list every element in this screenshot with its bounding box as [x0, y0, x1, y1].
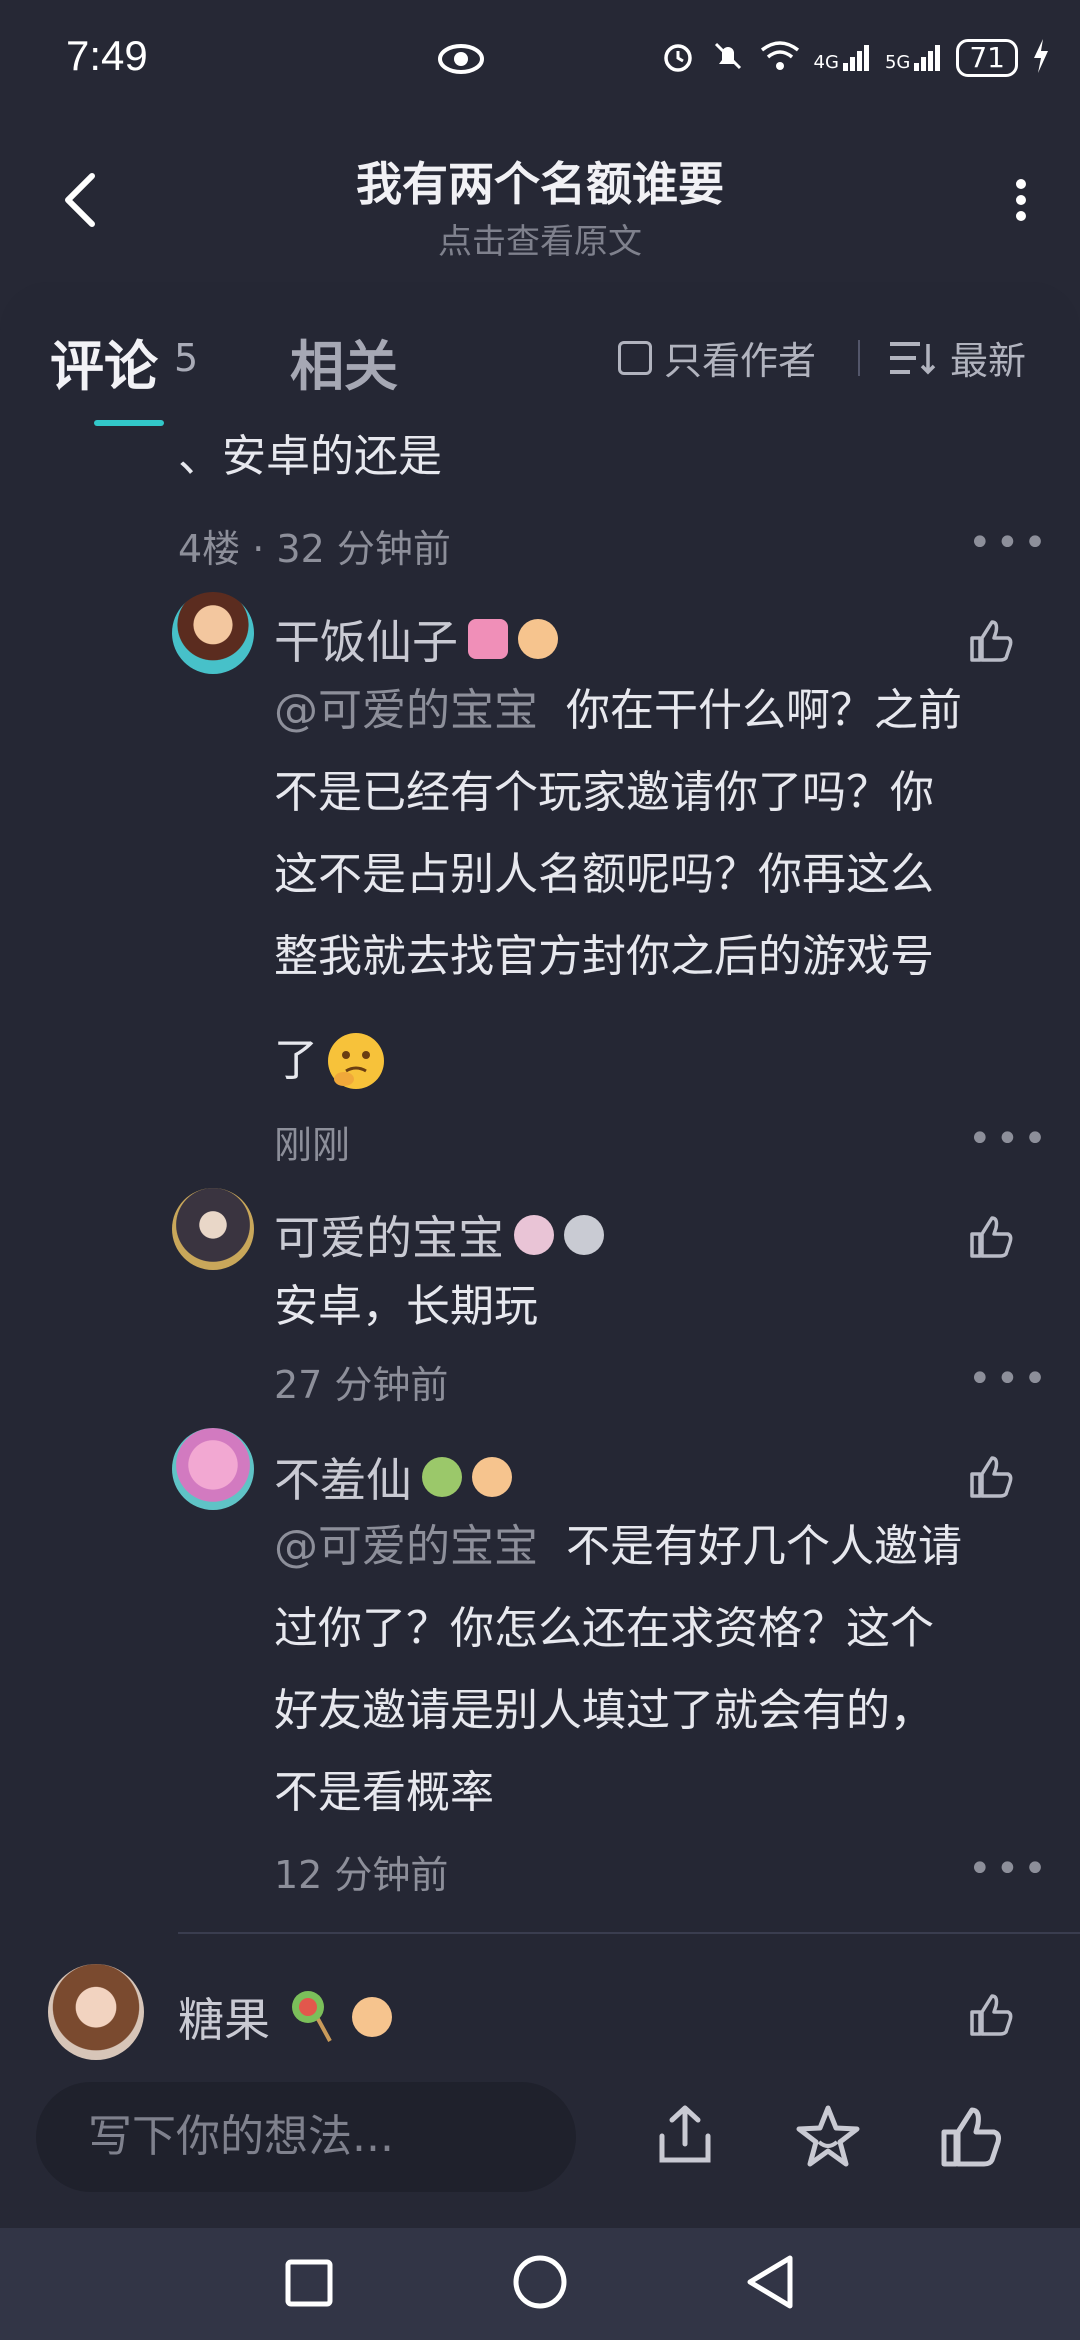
reply-text-line: 过你了？你怎么还在求资格？这个	[274, 1603, 934, 1654]
reply-text-line: 不是看概率	[274, 1767, 494, 1818]
character-badge-icon	[514, 1215, 554, 1255]
avatar[interactable]	[172, 1188, 254, 1270]
title-badge-icon	[352, 1997, 392, 2037]
reply-text-line: 好友邀请是别人填过了就会有的，	[274, 1685, 934, 1736]
comment-meta: 4楼 · 32 分钟前	[178, 527, 451, 571]
title-badge-icon	[472, 1457, 512, 1497]
page-title: 我有两个名额谁要	[356, 157, 724, 211]
comment-more-button[interactable]: •••	[968, 520, 1051, 566]
avatar[interactable]	[48, 1964, 144, 2060]
network-5g-label: 5G	[884, 52, 911, 73]
reply-text-line: 了	[274, 1035, 318, 1086]
mention-link[interactable]: @可爱的宝宝	[274, 685, 538, 736]
reply-author[interactable]: 干饭仙子	[274, 606, 458, 672]
like-post-button[interactable]	[936, 2102, 1006, 2172]
star-icon	[796, 2105, 860, 2167]
wifi-icon	[760, 40, 800, 76]
reply-author[interactable]: 可爱的宝宝	[274, 1202, 504, 1268]
active-tab-indicator	[94, 420, 164, 426]
square-icon	[285, 2259, 333, 2307]
status-bar: 7:49 4G 5G 71	[0, 0, 1080, 120]
nav-back-button[interactable]	[744, 2254, 796, 2314]
charging-icon	[1032, 39, 1050, 77]
eye-icon	[438, 44, 484, 78]
level-badge-icon	[468, 619, 508, 659]
thumbs-up-icon	[970, 1456, 1013, 1498]
sort-icon	[890, 341, 936, 374]
like-button[interactable]	[966, 1990, 1016, 2040]
reply-body: @可爱的宝宝 你在干什么啊？之前 不是已经有个玩家邀请你了吗？你 这不是占别人名…	[274, 670, 1044, 1102]
reply-text-line: 整我就去找官方封你之后的游戏号	[274, 931, 934, 982]
avatar[interactable]	[172, 592, 254, 674]
comment-divider	[178, 1932, 1080, 1934]
tab-related[interactable]: 相关	[290, 322, 398, 401]
reply-more-button[interactable]: •••	[968, 1116, 1051, 1162]
share-icon	[659, 2105, 711, 2163]
battery-indicator: 71	[956, 39, 1018, 77]
home-button[interactable]	[512, 2254, 568, 2314]
recents-button[interactable]	[284, 2258, 334, 2312]
more-options-button[interactable]	[1014, 178, 1028, 226]
reply-text-line: 这不是占别人名额呢吗？你再这么	[274, 849, 934, 900]
network-4g-label: 4G	[813, 52, 839, 73]
comment-input[interactable]: 写下你的想法...	[36, 2082, 576, 2192]
thinking-emoji-icon	[328, 1033, 384, 1089]
sort-button[interactable]: 最新	[890, 330, 1026, 385]
signal-4g-icon: 4G	[814, 43, 871, 73]
thumbs-up-icon	[970, 1216, 1013, 1258]
more-vertical-icon	[1016, 179, 1026, 221]
like-button[interactable]	[966, 1452, 1016, 1502]
reply-body: 安卓，长期玩	[274, 1281, 538, 1332]
reply-time: 12 分钟前	[274, 1853, 449, 1897]
mute-bell-icon	[710, 38, 746, 78]
favorite-button[interactable]	[793, 2102, 863, 2172]
reply-header: 不羞仙	[274, 1444, 512, 1510]
thumbs-up-icon	[941, 2107, 1001, 2167]
alarm-icon	[660, 38, 696, 78]
like-button[interactable]	[966, 1212, 1016, 1262]
comment-text-tail: 、安卓的还是	[178, 431, 442, 482]
reply-text: 不是有好几个人邀请	[565, 1521, 962, 1572]
mention-link[interactable]: @可爱的宝宝	[274, 1521, 538, 1572]
comment-author[interactable]: 糖果	[178, 1984, 270, 2050]
reply-more-button[interactable]: •••	[968, 1846, 1051, 1892]
signal-5g-icon: 5G	[885, 43, 942, 73]
reply-body: @可爱的宝宝 不是有好几个人邀请 过你了？你怎么还在求资格？这个 好友邀请是别人…	[274, 1506, 1064, 1834]
comment-header: 糖果	[178, 1984, 392, 2050]
reply-author[interactable]: 不羞仙	[274, 1444, 412, 1510]
view-original-link[interactable]: 点击查看原文	[0, 214, 1080, 263]
sort-label: 最新	[950, 339, 1027, 383]
reply-time: 27 分钟前	[274, 1363, 449, 1407]
author-only-toggle[interactable]: 只看作者	[618, 330, 816, 385]
share-button[interactable]	[650, 2102, 720, 2172]
tab-divider	[858, 340, 860, 376]
lollipop-icon	[288, 1987, 334, 2047]
tab-comments[interactable]: 评论	[50, 322, 158, 401]
title-badge-icon	[564, 1215, 604, 1255]
reply-more-button[interactable]: •••	[968, 1356, 1051, 1402]
reply-header: 干饭仙子	[274, 606, 558, 672]
status-time: 7:49	[66, 32, 148, 79]
circle-icon	[513, 2255, 567, 2309]
reply-time: 刚刚	[274, 1123, 351, 1167]
title-badge-icon	[518, 619, 558, 659]
reply-text: 你在干什么啊？之前	[565, 685, 962, 736]
avatar[interactable]	[172, 1428, 254, 1510]
author-only-checkbox[interactable]	[618, 340, 652, 375]
like-button[interactable]	[966, 616, 1016, 666]
thumbs-up-icon	[970, 620, 1013, 662]
triangle-back-icon	[747, 2255, 793, 2309]
status-icons: 4G 5G 71	[660, 38, 1050, 78]
author-only-label: 只看作者	[664, 339, 817, 383]
comments-count: 5	[174, 336, 199, 380]
reply-header: 可爱的宝宝	[274, 1202, 604, 1268]
thumbs-up-icon	[970, 1994, 1013, 2036]
character-badge-icon	[422, 1457, 462, 1497]
reply-text-line: 不是已经有个玩家邀请你了吗？你	[274, 767, 934, 818]
